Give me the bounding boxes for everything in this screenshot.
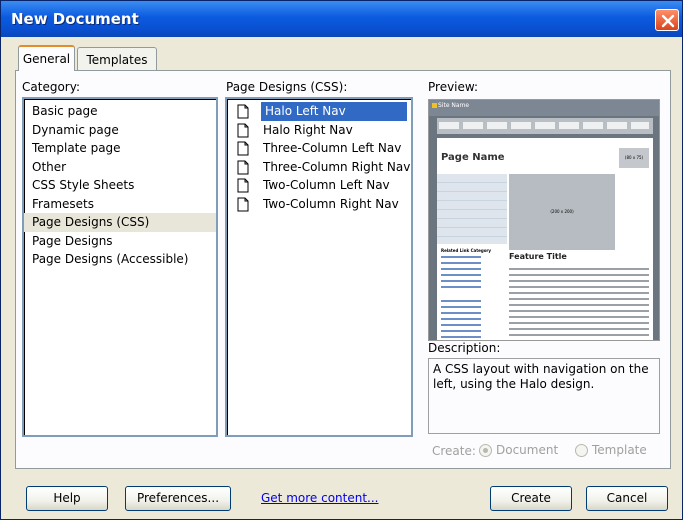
document-icon — [237, 160, 249, 174]
description-label: Description: — [428, 341, 501, 355]
document-icon — [237, 123, 249, 137]
new-document-dialog: New Document General Templates Category:… — [0, 0, 683, 520]
preview-page-name: Page Name — [441, 152, 505, 163]
design-item[interactable]: Three-Column Left Nav — [227, 139, 411, 158]
preview-label: Preview: — [428, 80, 479, 94]
document-icon — [237, 141, 249, 156]
create-label: Create: — [432, 444, 476, 458]
document-icon — [237, 104, 249, 119]
design-item[interactable]: Halo Right Nav — [227, 121, 411, 140]
get-more-content-link[interactable]: Get more content... — [261, 491, 379, 505]
design-item-label: Three-Column Left Nav — [263, 141, 402, 155]
preview-feature-image: (200 x 200) — [509, 174, 615, 250]
design-item-label: Two-Column Right Nav — [263, 196, 399, 211]
document-icon — [237, 178, 249, 193]
preferences-button[interactable]: Preferences... — [125, 486, 231, 511]
design-item-label: Two-Column Left Nav — [263, 178, 390, 192]
create-template-label: Template — [592, 443, 647, 457]
category-item[interactable]: Other — [24, 158, 216, 177]
preview-related-category: Related Link Category — [441, 248, 492, 253]
category-item[interactable]: Dynamic page — [24, 121, 216, 140]
category-item[interactable]: Basic page — [24, 102, 216, 121]
category-item[interactable]: Template page — [24, 139, 216, 158]
category-item[interactable]: Framesets — [24, 195, 216, 214]
design-item-label: Halo Right Nav — [263, 122, 353, 137]
create-template-radio[interactable]: Template — [575, 443, 647, 457]
design-item-label: Halo Left Nav — [265, 104, 346, 118]
window-title: New Document — [11, 10, 139, 28]
create-button[interactable]: Create — [490, 486, 572, 511]
tab-general[interactable]: General — [18, 45, 75, 71]
category-item[interactable]: Page Designs (Accessible) — [24, 250, 216, 269]
preview-small-image: (80 x 75) — [619, 148, 649, 168]
tab-templates[interactable]: Templates — [77, 47, 157, 71]
help-button[interactable]: Help — [26, 486, 108, 511]
general-panel: Category: Basic page Dynamic page Templa… — [15, 70, 671, 469]
close-button[interactable] — [655, 9, 679, 31]
design-item[interactable]: Two-Column Right Nav — [227, 195, 411, 214]
preview-image: Site Name Page Name (80 x 75) (200 x 200… — [428, 99, 660, 341]
document-icon — [237, 197, 249, 211]
title-bar[interactable]: New Document — [1, 1, 682, 37]
design-item-label: Three-Column Right Nav — [263, 159, 411, 174]
radio-unselected-icon — [575, 443, 588, 457]
cancel-button[interactable]: Cancel — [586, 486, 668, 511]
radio-selected-icon — [479, 443, 492, 457]
design-item[interactable]: Two-Column Left Nav — [227, 176, 411, 195]
category-item-selected[interactable]: Page Designs (CSS) — [24, 213, 216, 232]
close-icon — [661, 14, 675, 28]
create-document-radio[interactable]: Document — [479, 443, 558, 457]
category-item[interactable]: CSS Style Sheets — [24, 176, 216, 195]
create-document-label: Document — [496, 443, 559, 457]
design-item[interactable]: Three-Column Right Nav — [227, 158, 411, 177]
page-designs-list[interactable]: Halo Left Nav Halo Right Nav Three-Colum… — [225, 97, 413, 437]
preview-feature-title: Feature Title — [509, 252, 567, 261]
category-list[interactable]: Basic page Dynamic page Template page Ot… — [22, 97, 218, 437]
category-item[interactable]: Page Designs — [24, 232, 216, 251]
page-designs-label: Page Designs (CSS): — [226, 80, 348, 94]
description-text: A CSS layout with navigation on the left… — [428, 358, 660, 434]
preview-site-name: Site Name — [438, 102, 470, 109]
design-item-selected[interactable]: Halo Left Nav — [227, 102, 411, 121]
category-label: Category: — [22, 80, 80, 94]
